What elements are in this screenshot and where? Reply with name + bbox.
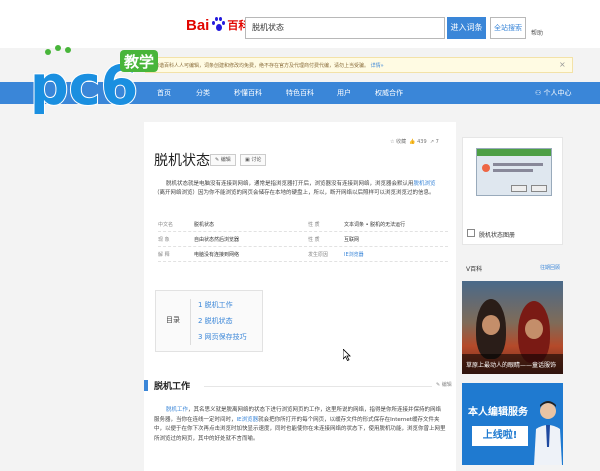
like-count: 439 — [417, 139, 427, 145]
toc-label: 目录 — [166, 316, 180, 324]
info-key: 中文名 — [158, 222, 174, 228]
edit-label: 编辑 — [220, 157, 231, 163]
favorite-icon[interactable]: ☆ — [390, 139, 394, 145]
info-value: 互联网 — [344, 237, 360, 243]
pencil-icon: ✎ — [215, 157, 220, 163]
section-divider — [204, 386, 432, 387]
section-paragraph: 脱机工作，其名思义就是脱离网络的状态下进行浏览网页的工作，这里所说的网络，指得是… — [154, 406, 446, 444]
album-icon — [467, 229, 475, 237]
info-key: 性 质 — [308, 237, 320, 243]
mouse-cursor-icon — [343, 349, 351, 361]
info-value-link[interactable]: IE浏览器 — [344, 251, 364, 258]
nav-item-featured[interactable]: 特色百科 — [286, 82, 314, 104]
notice-text: 和谐百科人人可编辑，词条创建和修改均免费，绝不存在官方及代理商付费代编，请勿上当… — [154, 63, 370, 69]
toc-item[interactable]: 3 网页保存技巧 — [198, 332, 247, 342]
video-section-title: V百科 — [466, 266, 483, 273]
info-key: 发生原因 — [308, 252, 329, 258]
toc-divider — [190, 299, 191, 345]
ad-line-1: 本人编辑服务 — [468, 407, 528, 418]
info-row: 现 象 自由状态然后浏览器 性 质 互联网 — [158, 232, 448, 247]
section-link-1[interactable]: 脱机工作 — [166, 407, 188, 413]
intro-text-2: （离开网络浏览）因为你不能浏览的网页会储存在本地的硬盘上，所以，断开网络以后照样… — [154, 190, 435, 196]
like-icon[interactable]: 👍 — [409, 139, 415, 145]
intro-link[interactable]: 脱机浏览 — [414, 181, 436, 187]
close-icon[interactable]: × — [559, 60, 566, 69]
help-link[interactable]: 帮助 — [531, 28, 543, 37]
person-illustration — [534, 401, 562, 465]
info-value: 电脑没有连接到网络 — [194, 252, 240, 258]
page-title: 脱机状态 — [154, 153, 210, 169]
nav-item-home[interactable]: 首页 — [157, 82, 171, 104]
share-count: 7 — [435, 139, 439, 145]
toc-item[interactable]: 2 脱机状态 — [198, 316, 233, 326]
info-value: 脱机状态 — [194, 222, 215, 228]
jiaoxue-text: 教学 — [123, 53, 154, 71]
search-input[interactable]: 脱机状态 — [245, 17, 445, 39]
enter-entry-button[interactable]: 进入词条 — [447, 17, 486, 39]
section-edit-button[interactable]: ✎ 编辑 — [436, 381, 452, 388]
pc6-watermark-logo: pc6 教学 — [29, 45, 158, 114]
user-icon: ⚇ — [535, 89, 544, 97]
nav-item-users[interactable]: 用户 — [337, 82, 351, 104]
info-value: 文本词条 • 脱机的无法运行 — [344, 222, 406, 228]
baidu-baike-logo[interactable]: Bai 百科 — [186, 14, 249, 36]
info-value: 自由状态然后浏览器 — [194, 237, 240, 243]
section-title: 脱机工作 — [154, 382, 191, 392]
video-more-link[interactable]: 往期回顾 — [540, 264, 560, 271]
ad-line-2: 上线啦! — [472, 426, 528, 446]
section-link-2[interactable]: IE浏览器 — [237, 417, 259, 423]
section-marker — [144, 380, 148, 391]
info-row: 中文名 脱机状态 性 质 文本词条 • 脱机的无法运行 — [158, 217, 448, 232]
discuss-button[interactable]: ▣ 讨论 — [240, 154, 267, 166]
edit-button[interactable]: ✎ 编辑 — [210, 154, 236, 166]
article-tools: ☆ 收藏 👍 439 ↗ 7 — [390, 138, 439, 145]
info-key: 性 质 — [308, 222, 320, 228]
info-table: 中文名 脱机状态 性 质 文本词条 • 脱机的无法运行 现 象 自由状态然后浏览… — [158, 217, 448, 262]
toc-item[interactable]: 1 脱机工作 — [198, 300, 233, 310]
paw-icon — [210, 17, 226, 33]
site-header: Bai 百科 脱机状态 进入词条 全站搜索 帮助 — [0, 0, 600, 48]
nav-item-authority[interactable]: 权威合作 — [375, 82, 403, 104]
share-icon[interactable]: ↗ — [430, 139, 434, 145]
article-panel: ☆ 收藏 👍 439 ↗ 7 脱机状态 ✎ 编辑 ▣ 讨论 脱机状态就是电脑没有… — [144, 122, 456, 471]
nav-item-category[interactable]: 分类 — [196, 82, 210, 104]
info-row: 解 释 电脑没有连接到网络 发生原因 IE浏览器 — [158, 247, 448, 262]
table-of-contents: 目录 1 脱机工作 2 脱机状态 3 网页保存技巧 — [155, 290, 263, 352]
intro-text-1: 脱机状态就是电脑没有连接到网络，通常是指浏览器打开后，浏览器没有连接到网络，浏览… — [166, 181, 414, 187]
chat-icon: ▣ — [245, 157, 250, 163]
favorite-label[interactable]: 收藏 — [396, 139, 406, 145]
logo-text-bai: Bai — [186, 16, 210, 34]
album-thumbnail[interactable] — [476, 148, 552, 196]
section-edit-label: 编辑 — [441, 382, 452, 388]
edit-service-ad[interactable]: 本人编辑服务 上线啦! — [462, 383, 563, 465]
section-heading: 脱机工作 ✎ 编辑 — [144, 378, 456, 394]
nav-item-miaodong[interactable]: 秒懂百科 — [234, 82, 262, 104]
user-center-label: 个人中心 — [543, 89, 572, 97]
user-center-link[interactable]: ⚇ 个人中心 — [535, 82, 572, 104]
site-search-button[interactable]: 全站搜索 — [490, 17, 526, 39]
album-caption[interactable]: 脱机状态图册 — [479, 230, 515, 239]
intro-paragraph: 脱机状态就是电脑没有连接到网络，通常是指浏览器打开后，浏览器没有连接到网络，浏览… — [154, 180, 444, 198]
notice-bar: 和谐百科人人可编辑，词条创建和修改均免费，绝不存在官方及代理商付费代编，请勿上当… — [145, 57, 573, 73]
info-key: 解 释 — [158, 252, 170, 258]
video-caption[interactable]: 草原上最动人的眼睛——童话服饰 — [462, 354, 563, 374]
info-key: 现 象 — [158, 237, 170, 243]
notice-details-link[interactable]: 详情» — [371, 63, 384, 69]
discuss-label: 讨论 — [251, 157, 262, 163]
